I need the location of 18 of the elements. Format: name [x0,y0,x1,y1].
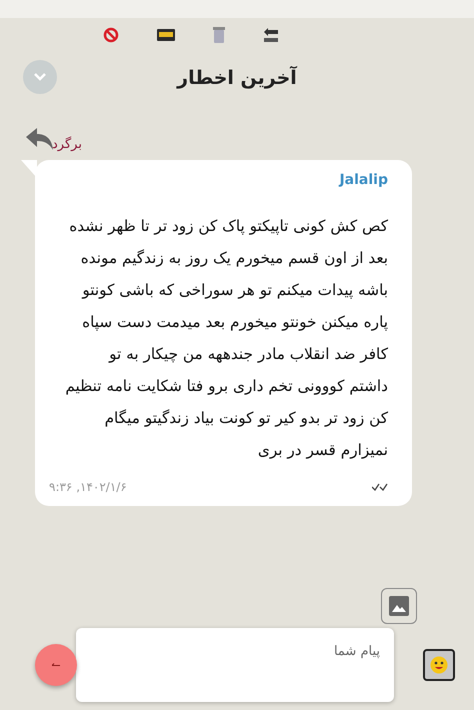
sender-name: Jalalip [339,172,388,188]
back-link[interactable]: برگرد [52,137,82,152]
archive-icon[interactable] [157,29,175,41]
smiley-icon [430,656,448,674]
emoji-button[interactable] [423,649,455,681]
arrow-icon [52,662,60,668]
chat-title: آخرین اخطار [177,67,297,89]
back-icon[interactable] [263,27,279,43]
message-input[interactable]: پیام شما [76,628,394,702]
double-check-icon [372,483,388,491]
message-text: کص کش کونی تاپیکتو پاک کن زود تر تا ظهر نشده بعد از اون قسم میخورم یک روز به زندگیم مونده باشه پیدات میکنم تو هر سوراخی که باشی کونتو پاره میکنن خونتو میخورم بعد میدمت دست سپاه کافر ضد انقلاب مادر جندههه من چیکار به تو داشتم کووونی تخم داری برو فتا شکایت نامه تنظیم کن زود تر بدو کیر تو کونت بیاد زندگیتو میگام نمیزارم قسر در بری [64,216,388,461]
image-button[interactable] [381,588,417,624]
chevron-down-icon [34,73,46,81]
message-time: ۹:۳۶ ,۱۴۰۲/۱/۶ [49,480,127,494]
block-icon[interactable] [103,27,119,43]
trash-icon[interactable] [213,27,225,43]
image-icon [389,596,409,616]
reply-arrow-icon[interactable] [26,128,54,150]
